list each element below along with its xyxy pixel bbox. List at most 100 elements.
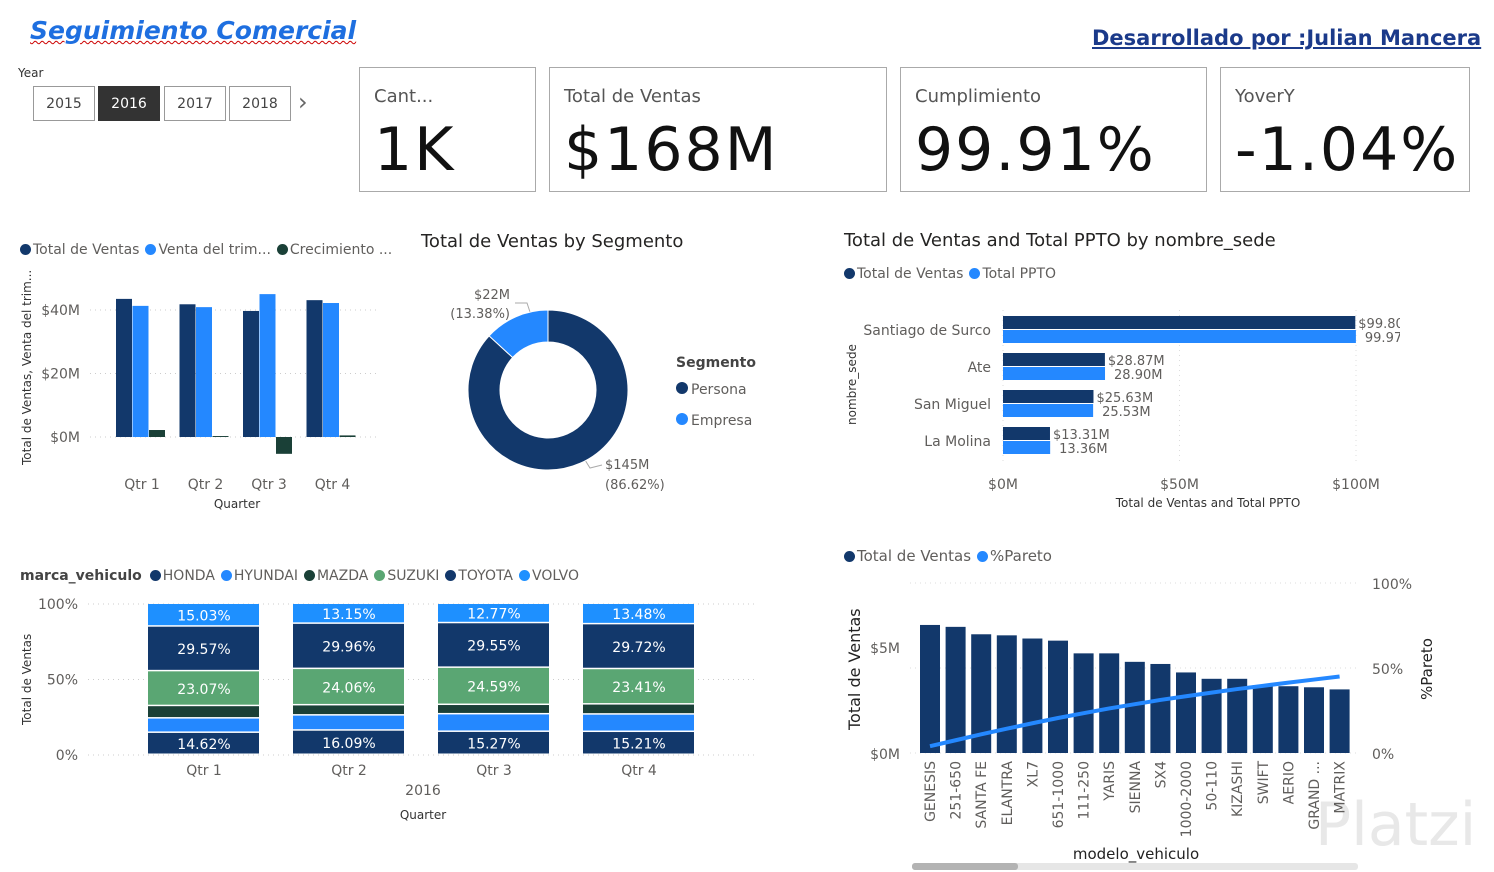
data-label: 29.96% [322, 639, 375, 655]
data-label: 13.15% [322, 607, 375, 623]
bar-total-ventas [920, 624, 940, 753]
group-label: 2016 [405, 783, 441, 799]
card-value: $168M [564, 115, 779, 185]
legend-item[interactable]: Total de Ventas [844, 547, 971, 565]
y-tick-label: San Miguel [914, 397, 991, 413]
bar-total-ventas [1048, 640, 1068, 753]
sede-chart: nombre_sede Total de Ventas and Total PP… [845, 310, 1400, 510]
legend-item-volvo[interactable]: VOLVO [519, 568, 579, 584]
card-cantidad: Cant... 1K [359, 67, 536, 192]
legend-item[interactable]: Venta del trim... [145, 242, 271, 258]
label-empresa-pct: (13.38%) [450, 307, 510, 322]
card-value: 99.91% [915, 115, 1156, 185]
bar-venta-del-trim- [196, 307, 212, 437]
bar-crecimiento- [149, 430, 165, 437]
bar-total-ventas [1176, 672, 1196, 753]
data-label: $28.87M [1108, 354, 1165, 369]
y-tick-label: $5M [870, 641, 900, 657]
horizontal-scrollbar-thumb[interactable] [912, 863, 1018, 870]
legend-item-suzuki[interactable]: SUZUKI [374, 568, 439, 584]
legend-dot-empresa [676, 413, 688, 425]
data-label: 29.55% [467, 639, 520, 655]
year-slicer-label: Year [18, 66, 44, 80]
legend-item[interactable]: %Pareto [977, 547, 1052, 565]
sede-legend: Total de Ventas Total PPTO [844, 266, 1056, 282]
year-2017-button[interactable]: 2017 [164, 86, 226, 121]
y2-tick-label: 100% [1372, 577, 1412, 593]
bar-crecimiento- [339, 435, 356, 437]
bar-total-ventas [1073, 653, 1094, 753]
card-label: Cumplimiento [915, 86, 1042, 107]
x-tick-label: MATRIX [1333, 761, 1349, 814]
bar-total-ventas [1329, 689, 1350, 753]
x-tick-label: 50-110 [1205, 761, 1221, 811]
bar-ventas [1003, 353, 1105, 366]
marca-chart: Total de Ventas 2016 Quarter 0% 50% 100% 14… [20, 597, 755, 822]
data-label: 25.53M [1102, 405, 1150, 420]
bar-venta-del-trim- [132, 305, 149, 437]
legend-title: marca_vehiculo [20, 568, 142, 584]
legend-item[interactable]: Total de Ventas [844, 266, 963, 282]
legend-item-mazda[interactable]: MAZDA [303, 568, 368, 584]
legend-item[interactable]: Total PPTO [969, 266, 1056, 282]
legend-item[interactable]: Crecimiento ... [276, 242, 392, 258]
legend-item-hyundai[interactable]: HYUNDAI [220, 568, 298, 584]
x-axis-title: Quarter [400, 808, 446, 822]
data-label: 14.62% [177, 737, 230, 753]
y-tick-label: Santiago de Surco [863, 323, 991, 339]
legend-item-honda[interactable]: HONDA [149, 568, 215, 584]
bar-venta-del-trim- [259, 294, 276, 437]
x-tick-label: Qtr 1 [186, 763, 222, 779]
x-axis-title: Quarter [214, 497, 260, 511]
segment-hyundai [148, 718, 259, 732]
label-persona-pct: (86.62%) [605, 478, 665, 493]
label-persona-value: $145M [605, 458, 649, 473]
developer-link[interactable]: Desarrollado por :Julian Mancera [1092, 26, 1481, 50]
data-label: 24.06% [322, 680, 375, 696]
bar-ppto [1003, 441, 1051, 454]
bar-ppto [1003, 367, 1106, 380]
x-tick-label: SX4 [1153, 761, 1169, 788]
quarter-chart: Total de Ventas, Venta del trim... Quart… [20, 270, 380, 511]
legend-empresa[interactable]: Empresa [691, 413, 752, 429]
data-label: 12.77% [467, 607, 520, 623]
legend-item-toyota[interactable]: TOYOTA [445, 568, 513, 584]
y-axis-title: Total de Ventas [20, 634, 34, 726]
year-2015-button[interactable]: 2015 [33, 86, 95, 121]
pareto-legend: Total de Ventas %Pareto [844, 547, 1052, 565]
y2-tick-label: 50% [1372, 662, 1403, 678]
x-tick-label: AERIO [1281, 761, 1297, 804]
x-tick-label: SIENNA [1128, 761, 1144, 814]
data-label: 29.72% [612, 640, 665, 656]
legend-title: Segmento [676, 355, 756, 371]
data-label: 13.48% [612, 607, 665, 623]
x-tick-label: Qtr 2 [331, 763, 367, 779]
y-tick-label: 50% [47, 673, 78, 689]
legend-item[interactable]: Total de Ventas [20, 242, 139, 258]
y2-axis-title: %Pareto [1418, 638, 1436, 700]
chevron-right-icon[interactable]: › [298, 88, 308, 116]
legend-persona[interactable]: Persona [691, 382, 747, 398]
x-tick-label: Qtr 2 [188, 477, 224, 493]
bar-total-ventas [1124, 661, 1145, 753]
card-total-ventas: Total de Ventas $168M [549, 67, 887, 192]
y-tick-label: $0M [870, 747, 900, 763]
marca-legend: marca_vehiculo HONDA HYUNDAI MAZDA SUZUKI TO… [20, 568, 585, 584]
legend-dot-persona [676, 382, 688, 394]
card-label: Cant... [374, 86, 434, 107]
bar-total-ventas [945, 626, 966, 753]
y2-tick-label: 0% [1372, 747, 1394, 763]
x-tick-label: 251-650 [949, 761, 965, 820]
y-tick-label: $0M [50, 430, 80, 446]
bar-total-ventas [1252, 685, 1273, 753]
data-label: 15.21% [612, 737, 665, 753]
x-tick-label: 111-250 [1077, 761, 1093, 820]
y-axis-title: Total de Ventas [845, 608, 864, 731]
year-2018-button[interactable]: 2018 [229, 86, 291, 121]
data-label: 23.41% [612, 680, 665, 696]
year-2016-button[interactable]: 2016 [98, 86, 160, 121]
y-tick-label: Ate [968, 360, 991, 376]
bar-total-ventas [1150, 663, 1171, 753]
x-tick-label: GENESIS [923, 761, 939, 822]
y-axis-title: nombre_sede [845, 344, 859, 425]
